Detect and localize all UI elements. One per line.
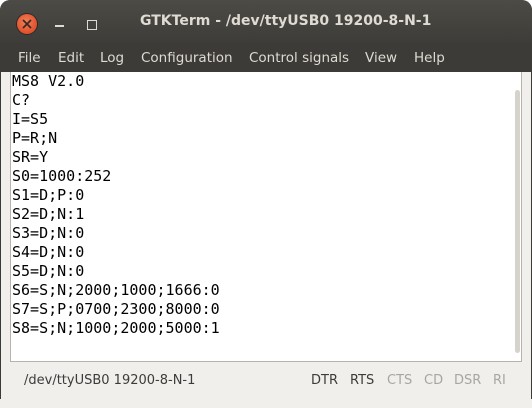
terminal-line: S5=D;N:0 [12,262,85,280]
port-status: /dev/ttyUSB0 19200-8-N-1 [24,373,196,388]
window-title: GTKTerm - /dev/ttyUSB0 19200-8-N-1 [140,13,432,29]
window-bottom-edge [0,399,532,408]
status-bar: /dev/ttyUSB0 19200-8-N-1 DTR RTS CTS CD … [10,363,522,399]
terminal-area[interactable]: MS8 V2.0 C? I=S5 P=R;N SR=Y S0=1000:252 … [10,72,522,362]
terminal-output: MS8 V2.0 C? I=S5 P=R;N SR=Y S0=1000:252 … [12,72,220,338]
menu-bar: File Edit Log Configuration Control sign… [0,44,532,72]
signal-cd: CD [424,373,444,388]
menu-log[interactable]: Log [100,50,124,66]
menu-view[interactable]: View [365,50,397,66]
terminal-line: S1=D;P:0 [12,186,85,204]
maximize-button[interactable] [82,14,102,34]
terminal-line: S8=S;N;1000;2000;5000:1 [12,319,220,337]
maximize-icon [87,20,97,30]
terminal-line: S6=S;N;2000;1000;1666:0 [12,281,220,299]
menu-configuration[interactable]: Configuration [141,50,233,66]
signal-cts: CTS [387,373,413,388]
signal-dtr: DTR [311,373,338,388]
close-icon [22,19,32,29]
terminal-line: MS8 V2.0 [12,72,85,90]
terminal-line: S0=1000:252 [12,167,112,185]
terminal-line: I=S5 [12,110,49,128]
title-bar[interactable]: GTKTerm - /dev/ttyUSB0 19200-8-N-1 [0,0,532,44]
terminal-line: SR=Y [12,148,49,166]
minimize-icon [55,25,64,27]
terminal-line: C? [12,91,31,109]
terminal-line: S2=D;N:1 [12,205,85,223]
menu-control-signals[interactable]: Control signals [249,50,349,66]
signal-ri: RI [493,373,506,388]
terminal-line: S4=D;N:0 [12,243,85,261]
terminal-line: S3=D;N:0 [12,224,85,242]
signal-rts: RTS [350,373,375,388]
menu-file[interactable]: File [18,50,41,66]
gtkterm-window: GTKTerm - /dev/ttyUSB0 19200-8-N-1 File … [0,0,532,408]
terminal-line: S7=S;P;0700;2300;8000:0 [12,300,220,318]
vertical-scrollbar[interactable] [515,90,520,353]
menu-edit[interactable]: Edit [58,50,84,66]
minimize-button[interactable] [49,14,69,34]
signal-dsr: DSR [454,373,482,388]
close-button[interactable] [17,14,37,34]
terminal-line: P=R;N [12,129,58,147]
menu-help[interactable]: Help [414,50,445,66]
